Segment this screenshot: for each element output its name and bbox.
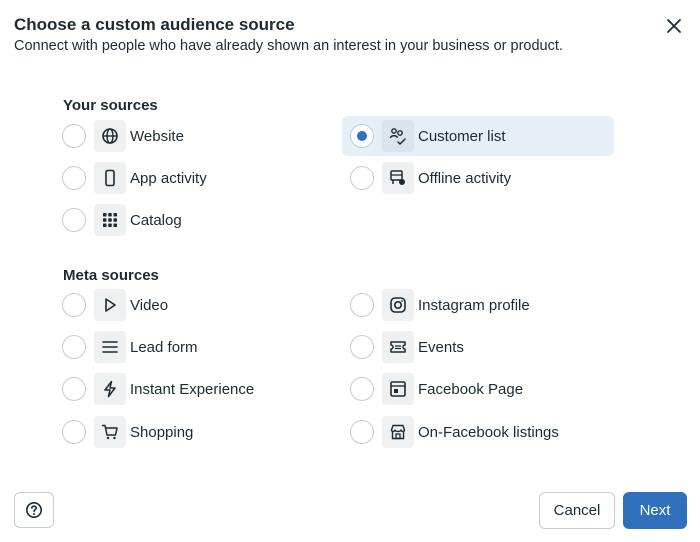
website-label: Website [130,128,184,145]
option-customer-list[interactable]: Customer list [342,116,614,156]
catalog-label: Catalog [130,212,182,229]
customer-list-label: Customer list [418,128,506,145]
custom-audience-dialog: Choose a custom audience source Connect … [0,0,700,542]
ticket-icon [390,341,406,353]
facebook-page-label: Facebook Page [418,381,524,398]
instant-experience-radio[interactable] [62,377,86,401]
meta-sources-heading: Meta sources [63,267,159,284]
events-label: Events [418,339,464,356]
dialog-title: Choose a custom audience source [14,15,295,34]
option-app-activity[interactable]: App activity [62,158,334,198]
instagram-profile-label: Instagram profile [418,297,530,314]
lead-form-label: Lead form [130,339,198,356]
globe-icon [102,128,118,144]
events-radio[interactable] [350,335,374,359]
grid-icon [103,213,117,227]
option-facebook-page[interactable]: Facebook Page [350,369,622,409]
option-lead-form[interactable]: Lead form [62,327,334,367]
facebook-page-radio[interactable] [350,377,374,401]
mobile-phone-icon [105,169,115,187]
instant-experience-label: Instant Experience [130,381,255,398]
offline-activity-label: Offline activity [418,170,512,187]
close-button[interactable] [662,14,686,38]
video-radio[interactable] [62,293,86,317]
dialog-subtitle: Connect with people who have already sho… [14,38,563,54]
option-offline-activity[interactable]: Offline activity [350,158,622,198]
lines-icon [102,341,118,353]
customer-list-icon [389,128,406,145]
storefront-icon [390,424,406,440]
customer-list-radio[interactable] [350,124,374,148]
your-sources-heading: Your sources [63,97,158,114]
page-icon [390,381,406,397]
option-catalog[interactable]: Catalog [62,200,334,240]
offline-activity-radio[interactable] [350,166,374,190]
on-facebook-listings-radio[interactable] [350,420,374,444]
option-instagram-profile[interactable]: Instagram profile [350,285,622,325]
on-facebook-listings-label: On-Facebook listings [418,424,559,441]
next-button[interactable]: Next [623,492,687,529]
shopping-label: Shopping [130,424,194,441]
video-label: Video [130,297,169,314]
app-activity-label: App activity [130,170,207,187]
help-icon [26,502,42,518]
instagram-icon [390,297,406,313]
app-activity-radio[interactable] [62,166,86,190]
lead-form-radio[interactable] [62,335,86,359]
option-events[interactable]: Events [350,327,622,367]
option-instant-experience[interactable]: Instant Experience [62,369,334,409]
cancel-button[interactable]: Cancel [539,492,615,529]
catalog-radio[interactable] [62,208,86,232]
offline-store-icon [390,170,405,185]
option-shopping[interactable]: Shopping [62,412,334,452]
option-website[interactable]: Website [62,116,334,156]
help-button[interactable] [14,492,54,528]
play-icon [105,298,116,312]
website-radio[interactable] [62,124,86,148]
instagram-profile-radio[interactable] [350,293,374,317]
option-on-facebook-listings[interactable]: On-Facebook listings [350,412,622,452]
shopping-cart-icon [101,424,118,440]
shopping-radio[interactable] [62,420,86,444]
lightning-icon [104,380,116,398]
option-video[interactable]: Video [62,285,334,325]
close-icon [667,19,681,33]
